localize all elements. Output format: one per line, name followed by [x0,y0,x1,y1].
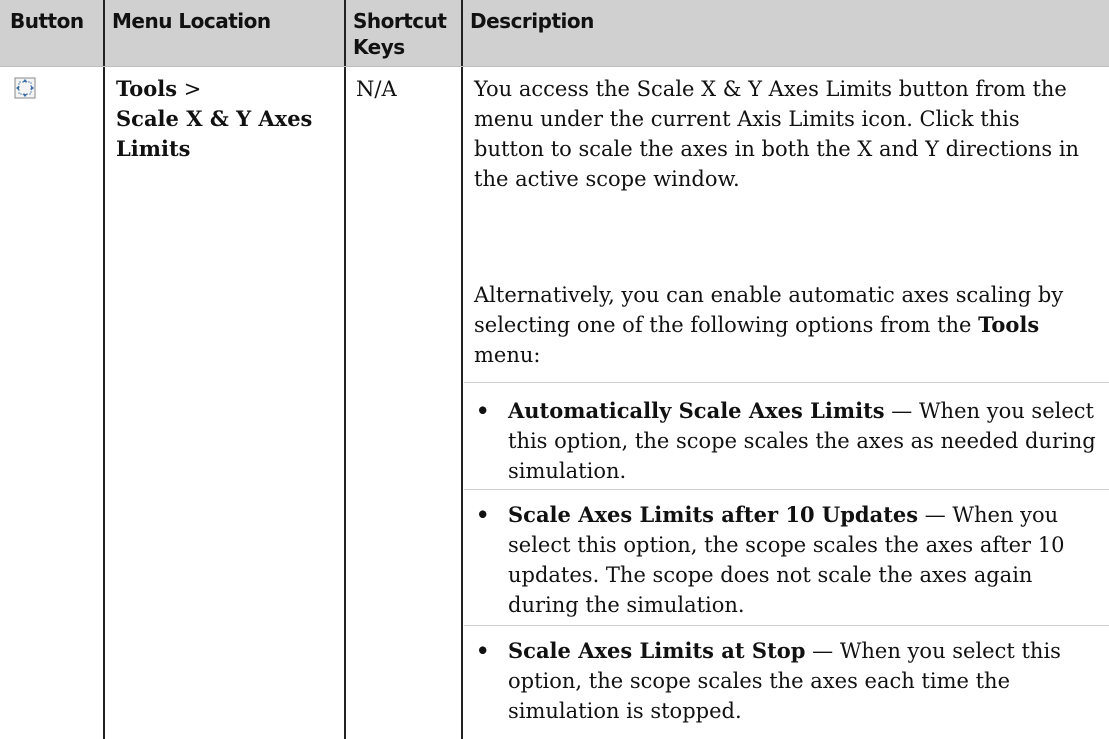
paragraph-2-suffix: menu: [474,343,541,367]
bullet-dot: • [476,502,490,527]
bullet-divider [464,382,1109,383]
bullet-divider [464,489,1109,490]
bullet-option: Automatically Scale Axes Limits [508,398,885,423]
header-description: Description [462,0,1109,66]
column-divider [103,0,105,739]
bullet-text: Automatically Scale Axes Limits — When y… [508,396,1104,486]
bullet-dot: • [476,398,490,423]
menu-path-item: Scale X & Y Axes Limits [116,106,313,161]
header-button: Button [0,0,104,66]
description-paragraph-2: Alternatively, you can enable automatic … [474,280,1094,370]
shortcut-cell: N/A [356,77,397,101]
header-menu-location: Menu Location [104,0,345,66]
paragraph-2-prefix: Alternatively, you can enable automatic … [474,283,1064,337]
menu-location-cell: Tools > Scale X & Y Axes Limits [116,74,341,164]
bullet-option: Scale Axes Limits at Stop [508,638,806,663]
bullet-text: Scale Axes Limits after 10 Updates — Whe… [508,500,1104,620]
bullet-text: Scale Axes Limits at Stop — When you sel… [508,636,1104,726]
bullet-dot: • [476,638,490,663]
paragraph-2-bold: Tools [978,312,1040,337]
column-divider [344,0,346,739]
menu-separator: > [177,77,202,101]
scale-axes-icon[interactable] [14,77,36,99]
column-divider [461,0,463,739]
bullet-option: Scale Axes Limits after 10 Updates [508,502,919,527]
bullet-divider [464,625,1109,626]
header-shortcut-keys: Shortcut Keys [345,0,462,66]
description-paragraph-1: You access the Scale X & Y Axes Limits b… [474,77,1080,191]
menu-path-top: Tools [116,76,178,101]
header-divider [0,66,1109,67]
reference-table: Button Menu Location Shortcut Keys Descr… [0,0,1109,739]
